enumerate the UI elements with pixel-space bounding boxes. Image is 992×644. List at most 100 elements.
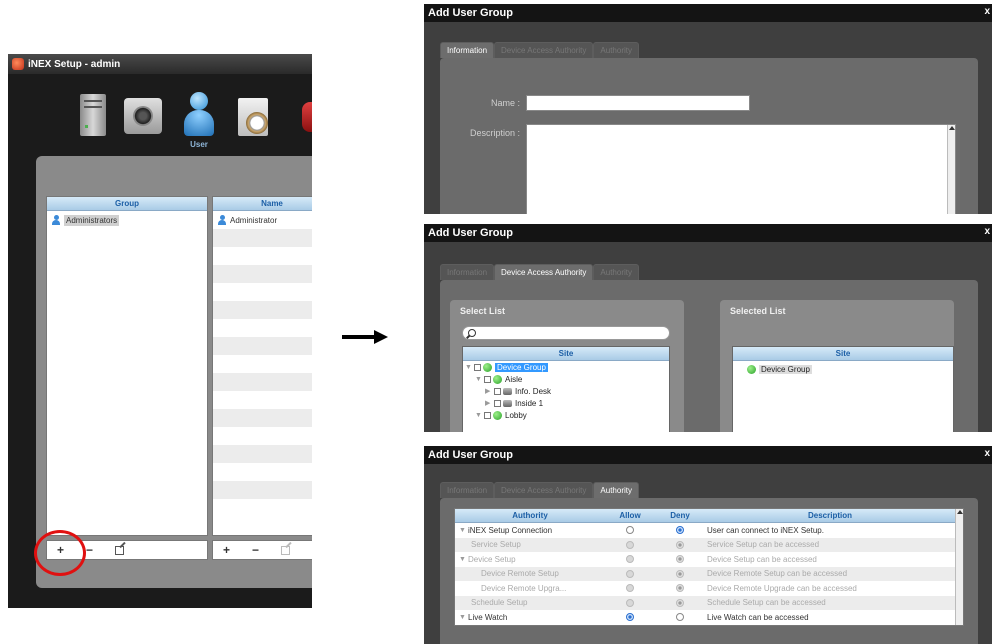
tab-device-access-authority[interactable]: Device Access Authority: [494, 482, 594, 498]
authority-row[interactable]: ▼ Device Setup Device Setup can be accesse…: [455, 552, 963, 567]
expand-arrow-icon[interactable]: ▼: [459, 614, 468, 621]
select-site-header[interactable]: Site: [463, 347, 669, 361]
edit-user-icon[interactable]: [281, 545, 291, 555]
authority-table-header: Authority Allow Deny Description: [455, 509, 963, 523]
deny-radio[interactable]: [676, 613, 684, 622]
tree-checkbox[interactable]: [494, 387, 501, 395]
tree-checkbox[interactable]: [484, 411, 491, 419]
description-field[interactable]: [526, 124, 956, 214]
name-field[interactable]: [526, 95, 750, 111]
allow-radio[interactable]: [626, 613, 634, 622]
toolbar-user-label: User: [190, 140, 208, 149]
expand-arrow-icon[interactable]: ▼: [465, 364, 474, 371]
group-list-header[interactable]: Group: [47, 197, 207, 211]
collapse-arrow-icon[interactable]: ▶: [485, 399, 494, 407]
user-row[interactable]: Administrator: [213, 211, 312, 229]
tree-checkbox[interactable]: [474, 363, 481, 371]
deny-radio[interactable]: [676, 526, 684, 535]
authority-scrollbar[interactable]: [955, 509, 963, 625]
expand-arrow-icon[interactable]: ▼: [459, 527, 468, 534]
authority-description: Schedule Setup can be accessed: [707, 598, 826, 608]
add-user-button[interactable]: +: [223, 543, 230, 557]
deny-radio: [676, 598, 684, 607]
tree-item-info-desk[interactable]: ▶ Info. Desk: [463, 385, 669, 397]
user-button-bar: + −: [212, 540, 312, 560]
user-row-label: Administrator: [230, 215, 278, 225]
authority-name: Device Remote Setup: [481, 569, 559, 579]
search-icon: [468, 329, 476, 337]
select-site-tree: Site ▼ Device Group ▼ Aisle ▶ Info. Desk…: [462, 346, 670, 432]
authority-name: Schedule Setup: [471, 598, 528, 608]
close-icon[interactable]: x: [984, 448, 990, 459]
tree-item-label: Inside 1: [515, 398, 544, 408]
camera-icon[interactable]: [124, 98, 162, 134]
deny-radio: [676, 584, 684, 593]
arrow-right-icon: [342, 330, 388, 344]
tree-item-device-group[interactable]: ▼ Device Group: [463, 361, 669, 373]
allow-radio[interactable]: [626, 526, 634, 535]
authority-row[interactable]: Schedule Setup Schedule Setup can be acce…: [455, 595, 963, 610]
authority-row[interactable]: Device Remote Setup Device Remote Setup c…: [455, 566, 963, 581]
user-row-empty: [213, 391, 312, 409]
user-row-empty: [213, 463, 312, 481]
select-list-panel: Select List Site ▼ Device Group ▼ Aisle: [450, 300, 684, 432]
user-row-empty: [213, 319, 312, 337]
user-row-empty: [213, 481, 312, 499]
tab-authority[interactable]: Authority: [593, 264, 639, 280]
site-search-input[interactable]: [462, 326, 670, 340]
tab-information[interactable]: Information: [440, 264, 495, 280]
group-row[interactable]: Administrators: [47, 211, 207, 229]
tree-item-aisle[interactable]: ▼ Aisle: [463, 373, 669, 385]
tree-checkbox[interactable]: [484, 375, 491, 383]
authority-row[interactable]: ▼ Live Watch Live Watch can be accessed: [455, 610, 963, 625]
col-description[interactable]: Description: [705, 509, 955, 522]
authority-row[interactable]: Device Remote Upgra... Device Remote Upgr…: [455, 581, 963, 596]
tab-authority[interactable]: Authority: [593, 482, 639, 498]
expand-arrow-icon[interactable]: ▼: [475, 376, 484, 383]
authority-name: Service Setup: [471, 540, 521, 550]
dialog-title: Add User Group: [428, 7, 513, 19]
authority-name: iNEX Setup Connection: [468, 525, 553, 535]
remove-group-button[interactable]: −: [86, 543, 93, 557]
main-window-title: iNEX Setup - admin: [28, 58, 121, 70]
user-icon[interactable]: [182, 92, 216, 138]
close-icon[interactable]: x: [984, 226, 990, 237]
server-icon[interactable]: [80, 94, 106, 136]
tab-information[interactable]: Information: [440, 42, 495, 58]
authority-name: Device Remote Upgra...: [481, 583, 567, 593]
authority-description: Device Remote Setup can be accessed: [707, 569, 848, 579]
tree-checkbox[interactable]: [494, 399, 501, 407]
remove-user-button[interactable]: −: [252, 543, 259, 557]
user-row-empty: [213, 409, 312, 427]
col-authority[interactable]: Authority: [455, 509, 605, 522]
tab-device-access-authority[interactable]: Device Access Authority: [494, 42, 594, 58]
authority-row[interactable]: Service Setup Service Setup can be access…: [455, 537, 963, 552]
user-group-icon: [51, 215, 61, 225]
authority-description: User can connect to iNEX Setup.: [707, 525, 824, 535]
tab-device-access-authority[interactable]: Device Access Authority: [494, 264, 594, 280]
tree-item-inside-1[interactable]: ▶ Inside 1: [463, 397, 669, 409]
user-row-empty: [213, 301, 312, 319]
scroll-up-icon[interactable]: [949, 126, 955, 130]
tab-information[interactable]: Information: [440, 482, 495, 498]
scroll-up-icon[interactable]: [957, 510, 963, 514]
tab-authority[interactable]: Authority: [593, 42, 639, 58]
schedule-icon[interactable]: [238, 98, 268, 136]
col-allow[interactable]: Allow: [605, 509, 655, 522]
col-deny[interactable]: Deny: [655, 509, 705, 522]
selected-item-device-group[interactable]: Device Group: [733, 361, 953, 377]
collapse-arrow-icon[interactable]: ▶: [485, 387, 494, 395]
close-icon[interactable]: x: [984, 6, 990, 17]
selected-site-header[interactable]: Site: [733, 347, 953, 361]
dialog-title-bar: Add User Group x: [424, 224, 992, 242]
tree-item-lobby[interactable]: ▼ Lobby: [463, 409, 669, 421]
authority-row[interactable]: ▼ iNEX Setup Connection User can connect t…: [455, 523, 963, 538]
camera-device-icon: [503, 399, 512, 407]
expand-arrow-icon[interactable]: ▼: [475, 412, 484, 419]
description-scrollbar[interactable]: [947, 125, 955, 214]
user-row-empty: [213, 499, 312, 517]
expand-arrow-icon[interactable]: ▼: [459, 556, 468, 563]
alarm-icon[interactable]: [302, 102, 312, 132]
user-list-header[interactable]: Name: [213, 197, 312, 211]
edit-group-icon[interactable]: [115, 545, 125, 555]
